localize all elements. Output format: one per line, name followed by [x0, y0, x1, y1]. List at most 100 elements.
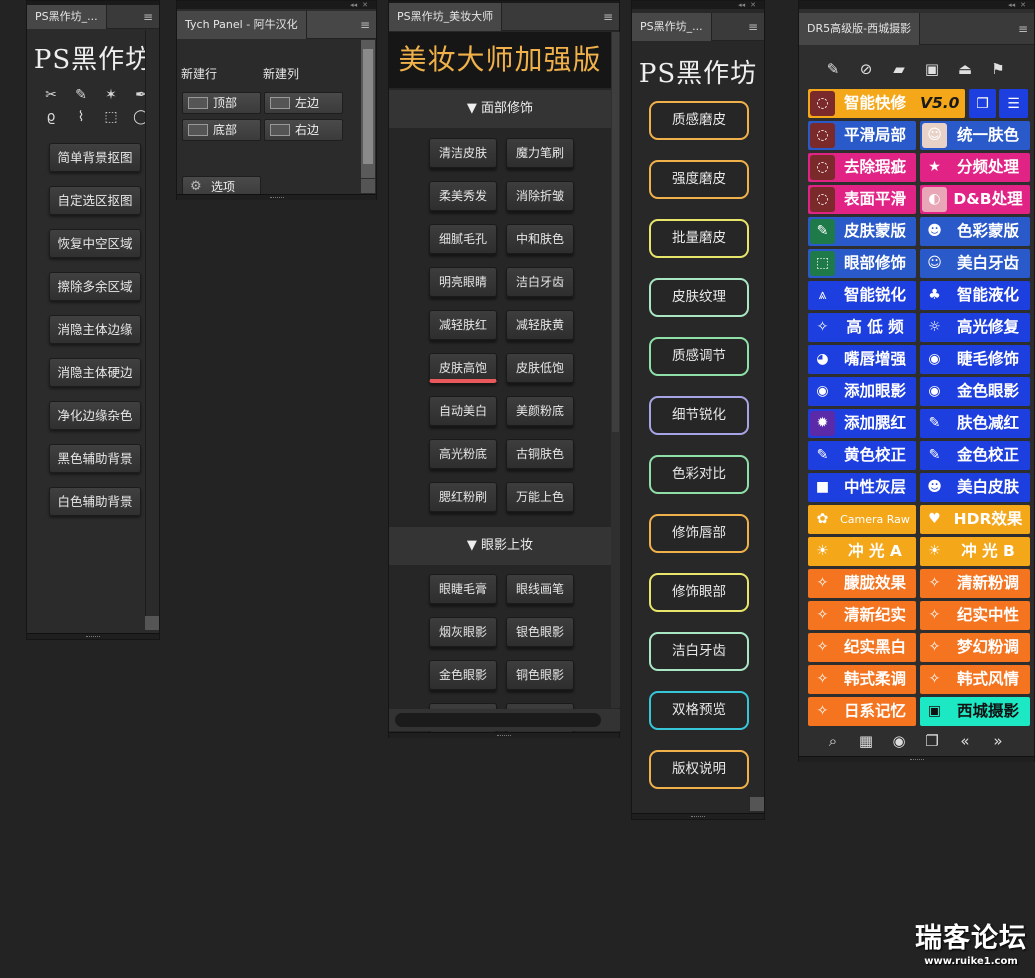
retouch-button[interactable]: 皮肤纹理: [649, 278, 749, 317]
scrollbar-thumb[interactable]: [363, 49, 373, 164]
makeup-button[interactable]: 铜色眼影: [506, 660, 574, 690]
cutout-button[interactable]: 白色辅助背景: [49, 487, 141, 516]
dr5-action-button[interactable]: ✧ 纪实黑白: [808, 633, 916, 662]
dr5-action-button[interactable]: ◉ 添加眼影: [808, 377, 916, 406]
scrollbar-track[interactable]: [145, 30, 159, 616]
retouch-button[interactable]: 双格预览: [649, 691, 749, 730]
film-icon[interactable]: ▦: [854, 731, 878, 751]
eye-icon[interactable]: ◉: [887, 731, 911, 751]
dr5-action-button[interactable]: ☀ 冲 光 B: [920, 537, 1030, 566]
clip-icon[interactable]: ✂: [41, 86, 61, 104]
dr5-action-button[interactable]: ▣ 西城摄影: [920, 697, 1030, 726]
dr5-action-button[interactable]: ◌ 表面平滑: [808, 185, 916, 214]
add-top-button[interactable]: 顶部: [182, 92, 261, 114]
makeup-button[interactable]: 减轻肤黄: [506, 310, 574, 340]
cutout-button[interactable]: 恢复中空区域: [49, 229, 141, 258]
chip-icon[interactable]: ▣: [920, 58, 944, 80]
dr5-action-button[interactable]: ✿ Camera Raw: [808, 505, 916, 534]
dr5-action-button[interactable]: ☻ 色彩蒙版: [920, 217, 1030, 246]
magic-wand-icon[interactable]: ✶: [101, 86, 121, 104]
makeup-button[interactable]: 柔美秀发: [429, 181, 497, 211]
dr5-action-button[interactable]: ✧ 高 低 频: [808, 313, 916, 342]
dr5-action-button[interactable]: ✧ 韩式风情: [920, 665, 1030, 694]
dr5-action-button[interactable]: ⬚ 眼部修饰: [808, 249, 916, 278]
makeup-button[interactable]: 眼睫毛膏: [429, 574, 497, 604]
resize-corner[interactable]: [750, 797, 764, 811]
retouch-button[interactable]: 强度磨皮: [649, 160, 749, 199]
makeup-button[interactable]: 烟灰眼影: [429, 617, 497, 647]
section-eyes[interactable]: ▼ 眼影上妆: [389, 527, 611, 565]
dr5-action-button[interactable]: ◌ 去除瑕疵: [808, 153, 916, 182]
makeup-button[interactable]: 自动美白: [429, 396, 497, 426]
dr5-action-button[interactable]: ☻ 美白皮肤: [920, 473, 1030, 502]
panel-grip[interactable]: [177, 194, 376, 200]
makeup-button[interactable]: 中和肤色: [506, 224, 574, 254]
makeup-button[interactable]: 减轻肤红: [429, 310, 497, 340]
makeup-button[interactable]: 眼线画笔: [506, 574, 574, 604]
dr5-action-button[interactable]: ✧ 清新粉调: [920, 569, 1030, 598]
dr5-action-button[interactable]: ♥ HDR效果: [920, 505, 1030, 534]
dr5-action-button[interactable]: ✹ 添加腮红: [808, 409, 916, 438]
panel-tab[interactable]: PS黑作坊_美妆大师: [389, 3, 503, 31]
lasso-icon[interactable]: ϱ: [41, 108, 61, 126]
cutout-button[interactable]: 简单背景抠图: [49, 143, 141, 172]
panel-tab[interactable]: DR5高级版-西城摄影: [799, 13, 921, 45]
makeup-button[interactable]: 美颜粉底: [506, 396, 574, 426]
makeup-button[interactable]: 清洁皮肤: [429, 138, 497, 168]
retouch-button[interactable]: 版权说明: [649, 750, 749, 789]
panel-grip[interactable]: [27, 633, 159, 639]
cutout-button[interactable]: 擦除多余区域: [49, 272, 141, 301]
dr5-action-button[interactable]: ✎ 肤色减红: [920, 409, 1030, 438]
retouch-button[interactable]: 修饰唇部: [649, 514, 749, 553]
panel-grip[interactable]: [799, 756, 1034, 762]
dr5-action-button[interactable]: ★ 分频处理: [920, 153, 1030, 182]
panel-tab[interactable]: PS黑作坊_...: [27, 5, 107, 29]
next-icon[interactable]: »: [986, 731, 1010, 751]
makeup-button[interactable]: 消除折皱: [506, 181, 574, 211]
cutout-button[interactable]: 消隐主体硬边: [49, 358, 141, 387]
quick-fix-button[interactable]: ◌ 智能快修 V5.0: [808, 89, 965, 118]
panel-grip[interactable]: [389, 732, 619, 738]
scrollbar-thumb[interactable]: [612, 32, 619, 432]
dr5-action-button[interactable]: ✧ 朦胧效果: [808, 569, 916, 598]
panel-menu-icon[interactable]: ≡: [360, 15, 370, 35]
copy-icon[interactable]: ❐: [920, 731, 944, 751]
dr5-action-button[interactable]: ✎ 皮肤蒙版: [808, 217, 916, 246]
makeup-button[interactable]: 明亮眼睛: [429, 267, 497, 297]
window-button[interactable]: ❐: [969, 89, 996, 118]
dr5-action-button[interactable]: ✎ 黄色校正: [808, 441, 916, 470]
horizontal-scrollbar-thumb[interactable]: [395, 713, 601, 727]
makeup-banner[interactable]: 美妆大师加强版: [389, 32, 611, 88]
makeup-button[interactable]: 皮肤低饱: [506, 353, 574, 383]
stamp-icon[interactable]: ⏏: [953, 58, 977, 80]
settings-button[interactable]: ☰: [999, 89, 1028, 118]
dr5-action-button[interactable]: ■ 中性灰层: [808, 473, 916, 502]
panel-menu-icon[interactable]: ≡: [143, 7, 153, 27]
dr5-action-button[interactable]: ◐ D&B处理: [920, 185, 1030, 214]
resize-corner[interactable]: [361, 179, 375, 193]
cutout-button[interactable]: 黑色辅助背景: [49, 444, 141, 473]
retouch-button[interactable]: 色彩对比: [649, 455, 749, 494]
add-right-button[interactable]: 右边: [264, 119, 343, 141]
dr5-action-button[interactable]: ✧ 纪实中性: [920, 601, 1030, 630]
paint-icon[interactable]: ✎: [821, 58, 845, 80]
makeup-button-selected[interactable]: 皮肤高饱: [429, 353, 497, 383]
panel-menu-icon[interactable]: ≡: [603, 7, 613, 27]
retouch-button[interactable]: 质感磨皮: [649, 101, 749, 140]
resize-corner[interactable]: [145, 616, 159, 630]
prev-icon[interactable]: «: [953, 731, 977, 751]
dr5-action-button[interactable]: ♣ 智能液化: [920, 281, 1030, 310]
rect-marquee-icon[interactable]: ⬚: [101, 108, 121, 126]
polygon-lasso-icon[interactable]: ⌇: [71, 108, 91, 126]
cutout-button[interactable]: 自定选区抠图: [49, 186, 141, 215]
dr5-action-button[interactable]: ✧ 韩式柔调: [808, 665, 916, 694]
panel-menu-icon[interactable]: ≡: [748, 17, 758, 37]
brush-icon[interactable]: ✎: [71, 86, 91, 104]
dr5-action-button[interactable]: ☺ 美白牙齿: [920, 249, 1030, 278]
panel-grip[interactable]: [632, 813, 764, 819]
dr5-action-button[interactable]: ✎ 金色校正: [920, 441, 1030, 470]
search-icon[interactable]: ⌕: [821, 731, 845, 751]
dr5-action-button[interactable]: ✧ 日系记忆: [808, 697, 916, 726]
retouch-button[interactable]: 洁白牙齿: [649, 632, 749, 671]
retouch-button[interactable]: 修饰眼部: [649, 573, 749, 612]
